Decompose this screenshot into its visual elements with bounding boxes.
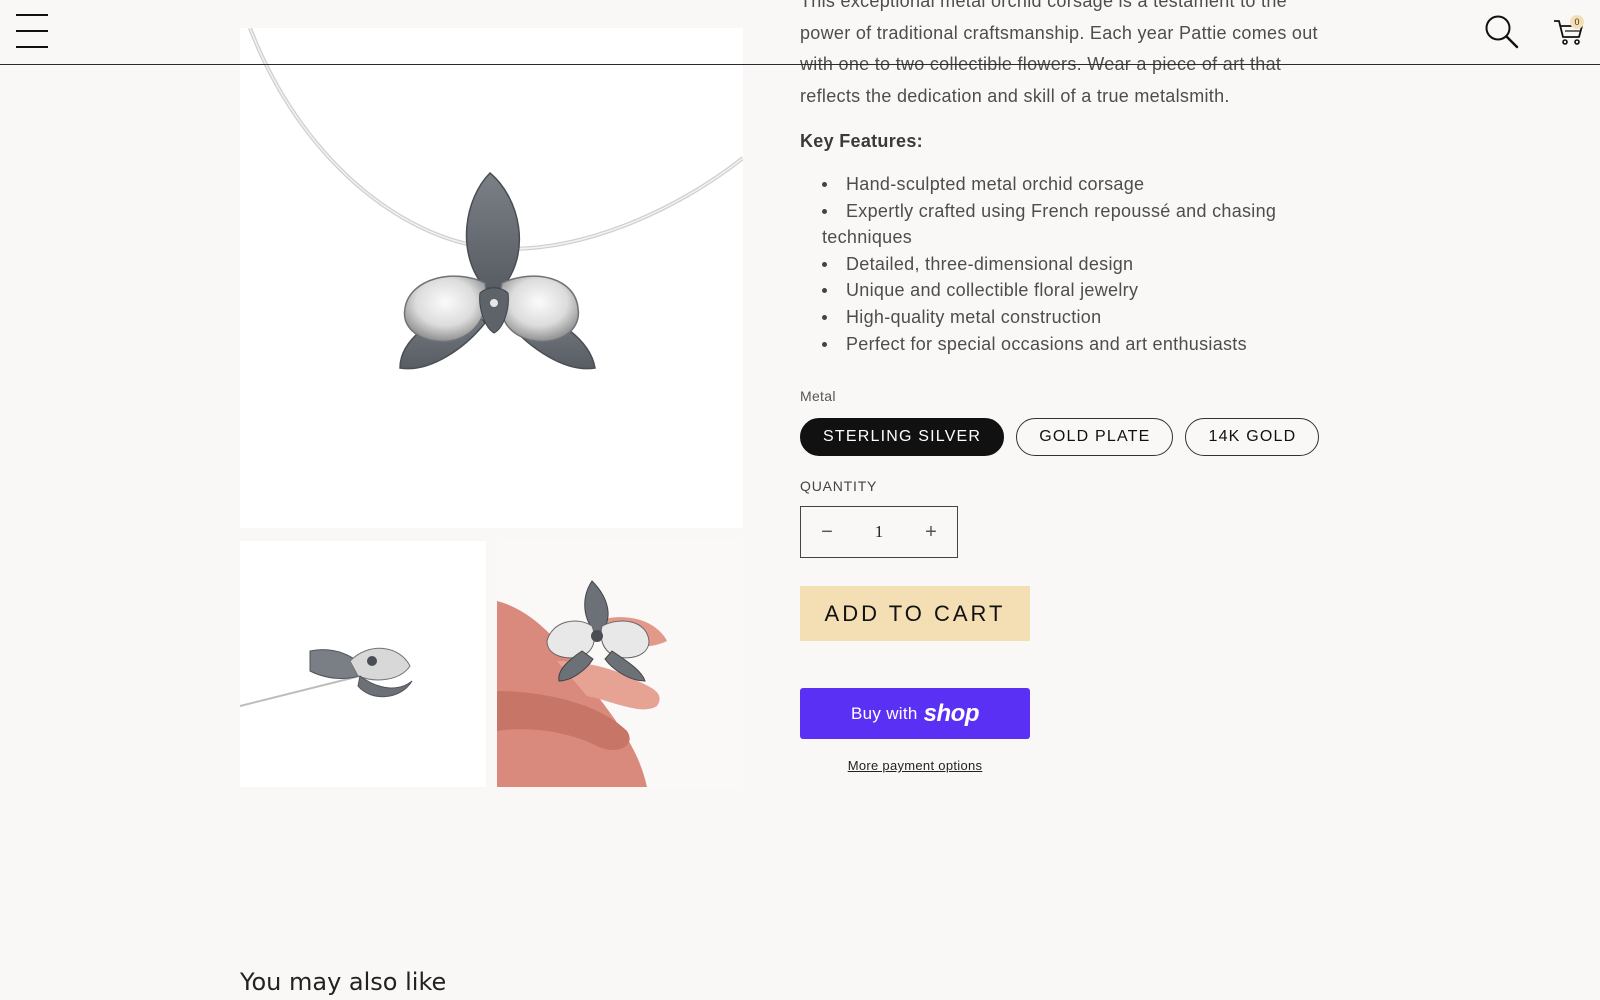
key-features-heading: Key Features: <box>800 131 923 151</box>
feature-item: Expertly crafted using French repoussé a… <box>822 198 1322 251</box>
product-page: This exceptional metal orchid corsage is… <box>0 0 1600 1000</box>
feature-text: Perfect for special occasions and art en… <box>846 333 1247 354</box>
quantity-stepper: − 1 + <box>800 506 958 558</box>
product-main-image[interactable] <box>240 27 745 528</box>
product-thumbnail-1[interactable] <box>240 541 486 787</box>
buy-with-shop-button[interactable]: Buy with shop <box>800 688 1030 739</box>
shop-logo: shop <box>923 699 980 727</box>
feature-item: High-quality metal construction <box>822 304 1322 331</box>
key-features-list: Hand-sculpted metal orchid corsage Exper… <box>822 171 1322 357</box>
recommendations-heading: You may also like <box>240 968 447 996</box>
feature-text: Expertly crafted using French repoussé a… <box>846 200 1277 221</box>
search-icon[interactable] <box>1484 14 1520 50</box>
feature-item: Hand-sculpted metal orchid corsage <box>822 171 1322 198</box>
site-header: 0 <box>0 0 1600 65</box>
cart-count-badge: 0 <box>1570 15 1584 29</box>
metal-variant-picker: STERLING SILVER GOLD PLATE 14K GOLD <box>800 418 1320 456</box>
orchid-pendant-image <box>248 27 745 370</box>
orchid-side-view-image <box>240 647 413 707</box>
hamburger-menu-icon[interactable] <box>16 14 48 48</box>
menu-bar <box>16 46 48 48</box>
feature-item: Perfect for special occasions and art en… <box>822 331 1322 358</box>
feature-text-continued: techniques <box>822 227 913 248</box>
feature-text: Hand-sculpted metal orchid corsage <box>846 174 1145 194</box>
quantity-input[interactable]: 1 <box>853 522 905 542</box>
menu-bar <box>16 30 48 32</box>
product-thumbnail-2[interactable] <box>497 541 743 787</box>
menu-bar <box>16 14 48 16</box>
description-line: reflects the dedication and skill of a t… <box>800 85 1230 106</box>
add-to-cart-button[interactable]: ADD TO CART <box>800 586 1030 641</box>
variant-gold-plate[interactable]: GOLD PLATE <box>1016 418 1174 456</box>
quantity-label: QUANTITY <box>800 478 878 494</box>
feature-text: Unique and collectible floral jewelry <box>846 280 1139 301</box>
more-payment-options-link[interactable]: More payment options <box>800 758 1030 773</box>
orchid-in-hand-image <box>497 541 743 787</box>
feature-text: High-quality metal construction <box>846 306 1102 327</box>
feature-item: Unique and collectible floral jewelry <box>822 277 1322 304</box>
variant-14k-gold[interactable]: 14K GOLD <box>1185 418 1320 456</box>
feature-item: Detailed, three-dimensional design <box>822 251 1322 278</box>
metal-option-label: Metal <box>800 388 836 404</box>
quantity-decrease-button[interactable]: − <box>801 507 853 557</box>
quantity-increase-button[interactable]: + <box>905 507 957 557</box>
variant-sterling-silver[interactable]: STERLING SILVER <box>800 418 1005 456</box>
feature-text: Detailed, three-dimensional design <box>846 253 1134 274</box>
buy-with-label: Buy with <box>851 703 918 723</box>
